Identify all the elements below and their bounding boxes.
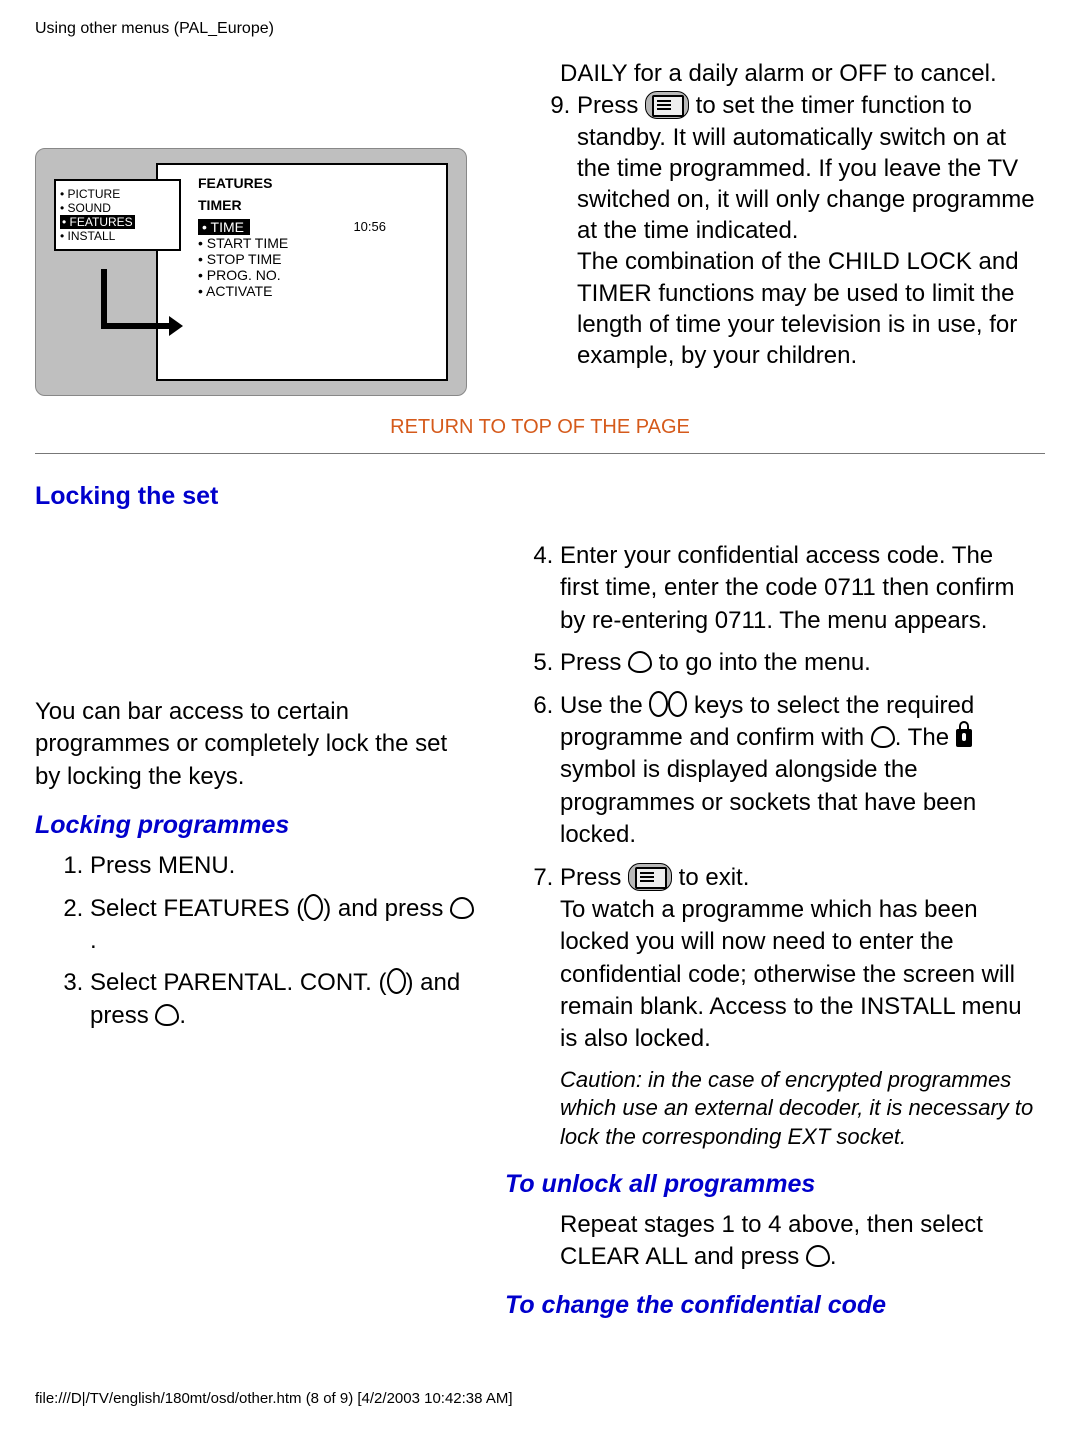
right-circle-icon — [628, 651, 652, 673]
updown-icon — [304, 894, 323, 920]
osd-right-item: STOP TIME — [207, 251, 282, 267]
right-circle-icon — [155, 1004, 179, 1026]
step-4: Enter your confidential access code. The… — [560, 540, 1035, 637]
step-3: Select PARENTAL. CONT. () and press . — [90, 967, 475, 1032]
right-column: Enter your confidential access code. The… — [505, 536, 1045, 1330]
subheading-locking: Locking programmes — [35, 811, 475, 840]
left-steps: Press MENU. Select FEATURES () and press… — [35, 850, 475, 1032]
step-5: Press to go into the menu. — [560, 647, 1035, 679]
osd-right-title: FEATURES — [198, 175, 432, 191]
osd-right-item: START TIME — [207, 235, 288, 251]
subheading-change-code: To change the confidential code — [505, 1291, 1035, 1320]
right-circle-icon — [871, 726, 895, 748]
step-1: Press MENU. — [90, 850, 475, 882]
return-to-top-link[interactable]: RETURN TO TOP OF THE PAGE — [35, 416, 1045, 439]
updown-icon — [649, 691, 668, 717]
osd-screenshot: • PICTURE • SOUND • FEATURES • INSTALL F… — [35, 148, 467, 396]
menu-button-icon — [645, 91, 689, 119]
subheading-unlock: To unlock all programmes — [505, 1170, 1035, 1199]
divider — [35, 453, 1045, 454]
two-columns: You can bar access to certain programmes… — [35, 536, 1045, 1330]
step-2: Select FEATURES () and press . — [90, 893, 475, 958]
footer-text: file:///D|/TV/english/180mt/osd/other.ht… — [35, 1390, 1045, 1407]
top-right-col: DAILY for a daily alarm or OFF to cancel… — [505, 58, 1045, 396]
step-7: Press to exit. To watch a programme whic… — [560, 862, 1035, 1056]
osd-right-selected: • TIME — [198, 219, 250, 235]
right-steps: Enter your confidential access code. The… — [505, 540, 1035, 1056]
osd-left-panel: • PICTURE • SOUND • FEATURES • INSTALL — [54, 179, 181, 251]
updown-icon — [668, 691, 687, 717]
top-left-col: • PICTURE • SOUND • FEATURES • INSTALL F… — [35, 58, 475, 396]
page: Using other menus (PAL_Europe) • PICTURE… — [0, 0, 1080, 1447]
osd-right-item: ACTIVATE — [206, 283, 272, 299]
osd-left-item: PICTURE — [68, 187, 121, 201]
osd-left-item: INSTALL — [68, 229, 116, 243]
right-circle-icon — [806, 1245, 830, 1267]
right-circle-icon — [450, 897, 474, 919]
osd-right-value: 10:56 — [353, 219, 386, 234]
osd-right-subtitle: TIMER — [198, 197, 432, 213]
step-6: Use the keys to select the required prog… — [560, 690, 1035, 852]
caution-note: Caution: in the case of encrypted progra… — [505, 1066, 1035, 1152]
top-carryover-text: DAILY for a daily alarm or OFF to cancel… — [505, 58, 1035, 90]
page-header: Using other menus (PAL_Europe) — [35, 20, 1045, 38]
osd-right-panel: FEATURES TIMER • TIME 10:56 • START TIME… — [156, 163, 448, 381]
unlock-text: Repeat stages 1 to 4 above, then select … — [505, 1209, 1035, 1274]
section-heading: Locking the set — [35, 482, 1045, 511]
left-column: You can bar access to certain programmes… — [35, 536, 475, 1330]
intro-text: You can bar access to certain programmes… — [35, 696, 475, 793]
osd-left-selected: • FEATURES — [60, 215, 135, 229]
osd-left-item: SOUND — [68, 201, 111, 215]
lock-icon — [956, 729, 972, 747]
osd-right-item: PROG. NO. — [207, 267, 281, 283]
osd-arrow-icon — [101, 269, 181, 329]
updown-icon — [387, 968, 406, 994]
step-9: Press to set the timer function to stand… — [577, 90, 1035, 371]
step-list-cont: Press to set the timer function to stand… — [505, 90, 1035, 371]
top-row: • PICTURE • SOUND • FEATURES • INSTALL F… — [35, 58, 1045, 396]
menu-button-icon — [628, 863, 672, 891]
